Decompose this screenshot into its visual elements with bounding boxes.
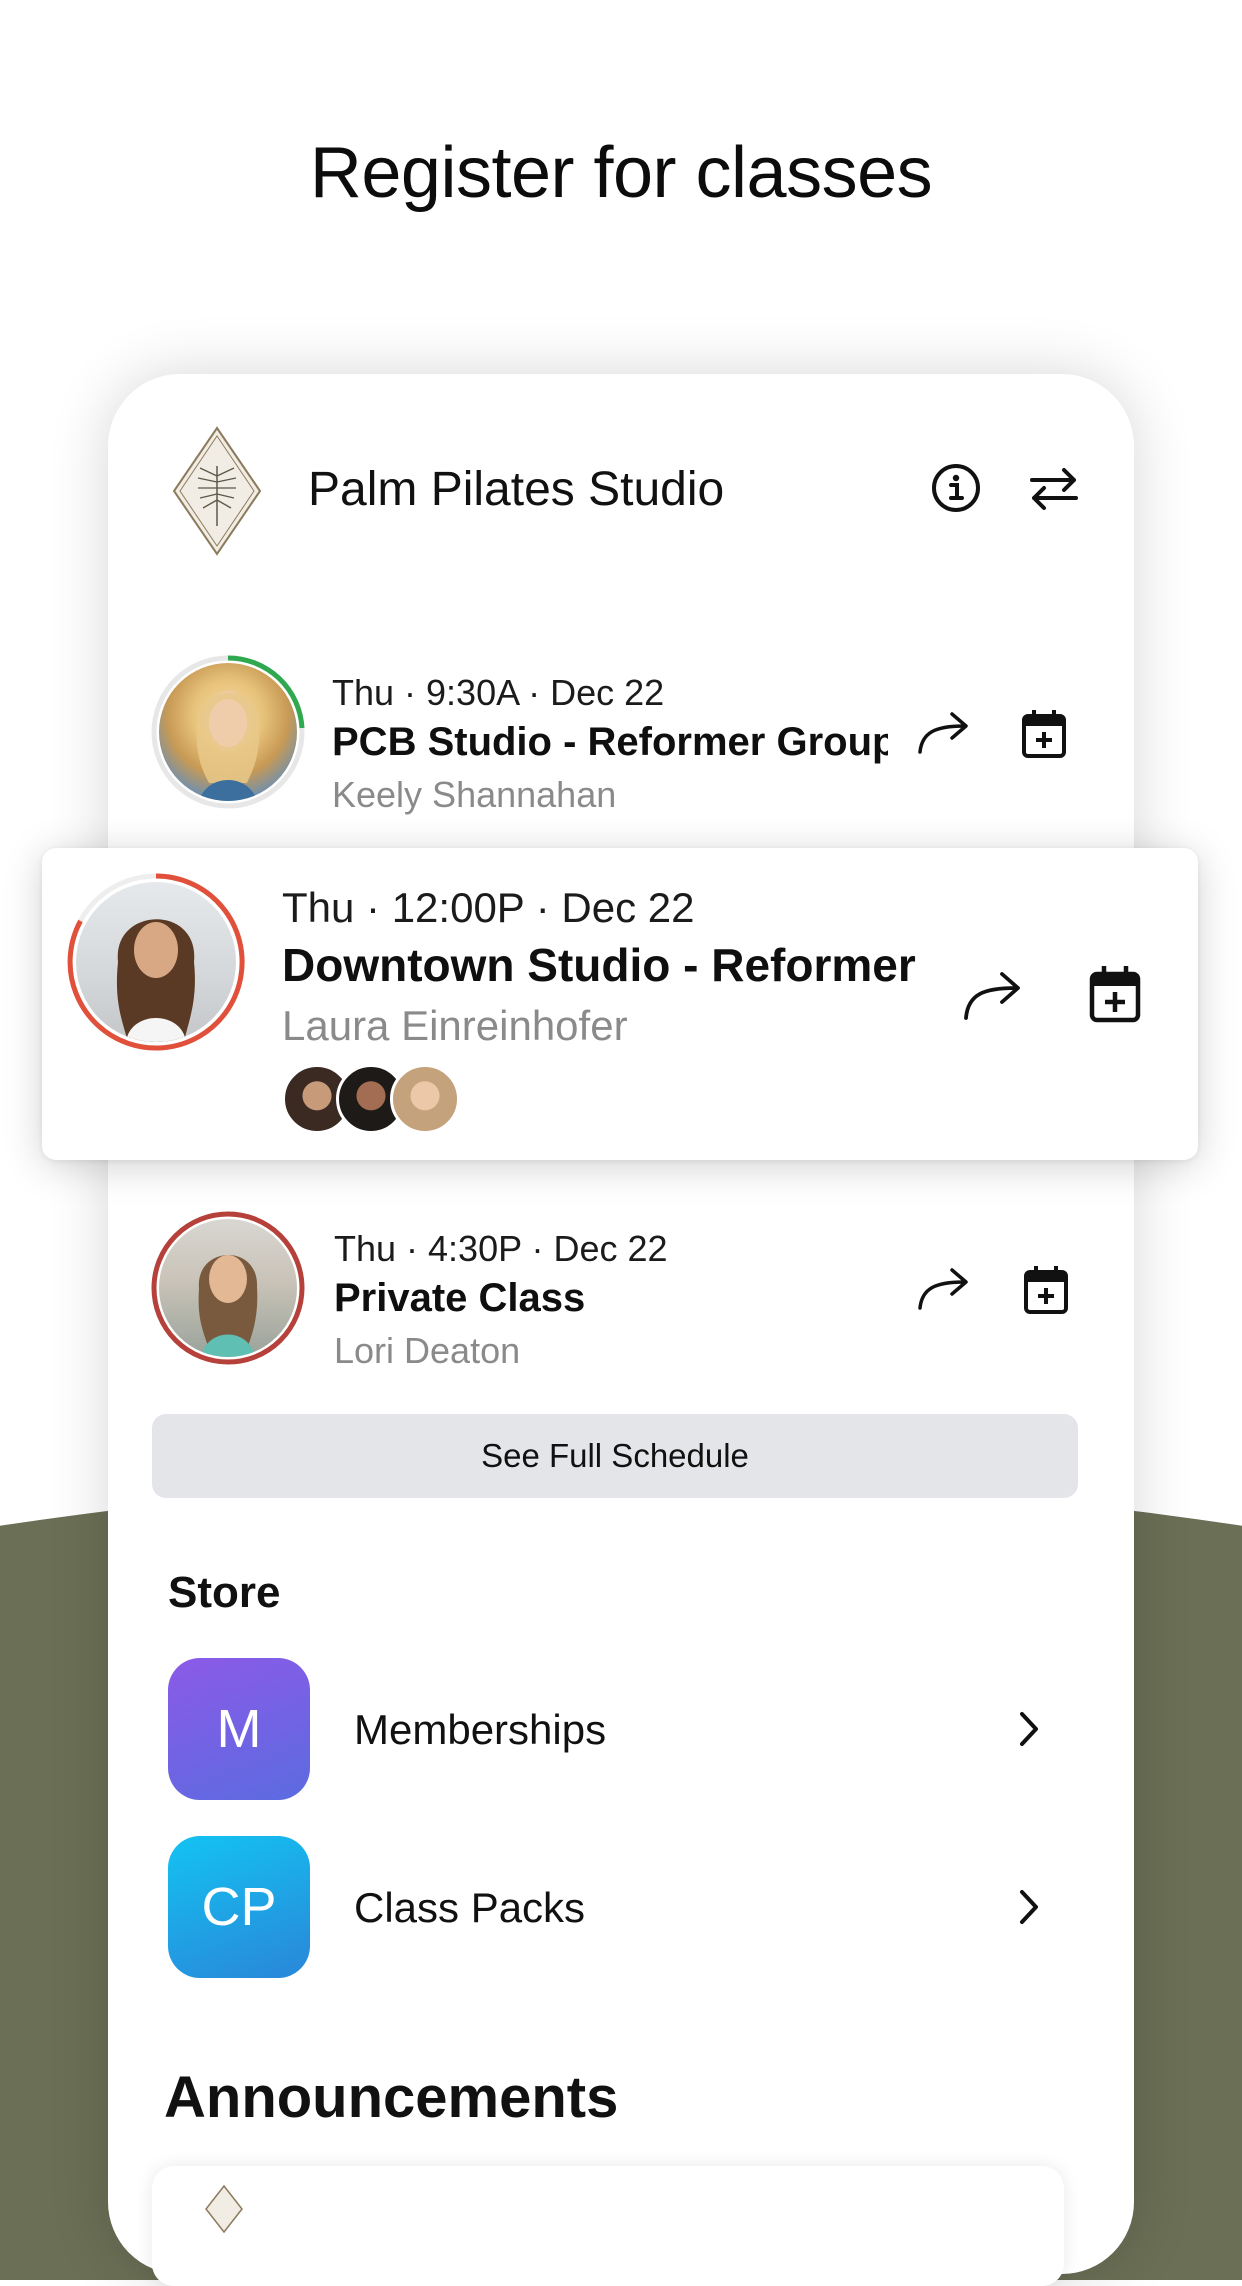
add-to-calendar-icon[interactable] bbox=[1022, 1264, 1070, 1316]
info-icon[interactable] bbox=[928, 460, 984, 516]
chevron-right-icon bbox=[1020, 1712, 1038, 1746]
instructor-avatar bbox=[150, 1210, 306, 1366]
announcements-title: Announcements bbox=[164, 2065, 619, 2130]
instructor-name: Lori Deaton bbox=[334, 1330, 521, 1371]
class-row-2-highlighted[interactable]: Thu · 12:00P · Dec 22 Downtown Studio - … bbox=[42, 848, 1198, 1160]
add-to-calendar-icon[interactable] bbox=[1020, 708, 1068, 760]
store-item-memberships[interactable]: M Memberships bbox=[168, 1658, 1048, 1800]
instructor-photo bbox=[76, 882, 236, 1042]
store-item-label: Class Packs bbox=[354, 1884, 586, 1931]
class-row-3[interactable]: Thu · 4:30P · Dec 22 Private Class Lori … bbox=[150, 1210, 1110, 1380]
page-headline: Register for classes bbox=[309, 133, 933, 213]
share-arrow-icon[interactable] bbox=[916, 708, 972, 758]
instructor-photo bbox=[159, 1219, 297, 1357]
palm-leaf-logo-icon bbox=[205, 2184, 243, 2234]
add-to-calendar-icon[interactable] bbox=[1088, 964, 1142, 1024]
swap-arrows-icon[interactable] bbox=[1026, 460, 1082, 516]
instructor-avatar bbox=[150, 654, 306, 810]
studio-name: Palm Pilates Studio bbox=[308, 463, 725, 516]
class-datetime: Thu · 12:00P · Dec 22 bbox=[282, 884, 695, 931]
instructor-name: Laura Einreinhofer bbox=[282, 1002, 628, 1049]
class-datetime: Thu · 9:30A · Dec 22 bbox=[332, 672, 665, 713]
store-item-label: Memberships bbox=[354, 1706, 607, 1753]
studio-header: Palm Pilates Studio bbox=[108, 374, 1134, 594]
class-packs-badge: CP bbox=[168, 1836, 310, 1978]
announcement-card[interactable] bbox=[152, 2166, 1064, 2286]
class-title: PCB Studio - Reformer Group bbox=[332, 720, 888, 764]
instructor-name: Keely Shannahan bbox=[332, 774, 617, 815]
class-title: Private Class bbox=[334, 1276, 586, 1320]
instructor-avatar bbox=[66, 872, 246, 1052]
memberships-badge: M bbox=[168, 1658, 310, 1800]
palm-leaf-logo-icon bbox=[172, 426, 262, 556]
attendee-avatar bbox=[390, 1064, 460, 1134]
store-item-class-packs[interactable]: CP Class Packs bbox=[168, 1836, 1048, 1978]
see-full-schedule-button[interactable]: See Full Schedule bbox=[152, 1414, 1078, 1498]
share-arrow-icon[interactable] bbox=[962, 968, 1024, 1024]
class-row-1[interactable]: Thu · 9:30A · Dec 22 PCB Studio - Reform… bbox=[150, 654, 1110, 824]
attendee-avatars[interactable] bbox=[282, 1064, 482, 1134]
chevron-right-icon bbox=[1020, 1890, 1038, 1924]
store-section-title: Store bbox=[168, 1568, 281, 1617]
class-datetime: Thu · 4:30P · Dec 22 bbox=[334, 1228, 668, 1269]
share-arrow-icon[interactable] bbox=[916, 1264, 972, 1314]
class-title: Downtown Studio - Reformer bbox=[282, 939, 916, 991]
instructor-photo bbox=[159, 663, 297, 801]
app-card: Palm Pilates Studio Thu · 9:30A · Dec 22… bbox=[108, 374, 1134, 2286]
